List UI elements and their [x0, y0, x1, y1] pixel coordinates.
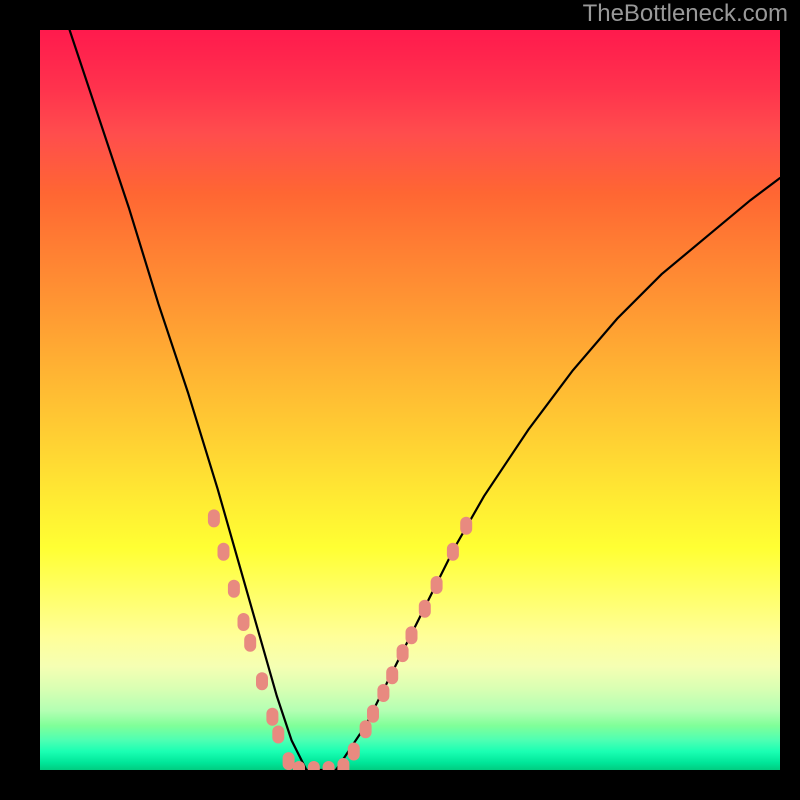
curve-marker	[419, 600, 431, 618]
watermark-text: TheBottleneck.com	[583, 0, 788, 28]
curve-marker	[447, 543, 459, 561]
curve-marker	[348, 743, 360, 761]
curve-marker	[386, 666, 398, 684]
curve-marker	[431, 576, 443, 594]
curve-marker	[360, 720, 372, 738]
curve-marker	[460, 517, 472, 535]
curve-marker	[323, 761, 335, 770]
curve-marker	[208, 509, 220, 527]
chart-container: TheBottleneck.com	[0, 0, 800, 800]
curve-marker	[238, 613, 250, 631]
plot-area	[40, 30, 780, 770]
curve-marker	[272, 726, 284, 744]
bottleneck-curve	[70, 30, 780, 770]
curve-marker	[367, 705, 379, 723]
curve-marker	[337, 758, 349, 770]
curve-marker	[266, 708, 278, 726]
curve-marker	[377, 684, 389, 702]
curve-marker	[397, 644, 409, 662]
curve-marker	[406, 626, 418, 644]
chart-svg	[40, 30, 780, 770]
curve-marker	[244, 634, 256, 652]
curve-marker	[228, 580, 240, 598]
curve-marker	[308, 761, 320, 770]
curve-marker	[218, 543, 230, 561]
curve-marker	[283, 752, 295, 770]
marker-group	[208, 509, 472, 770]
curve-marker	[256, 672, 268, 690]
